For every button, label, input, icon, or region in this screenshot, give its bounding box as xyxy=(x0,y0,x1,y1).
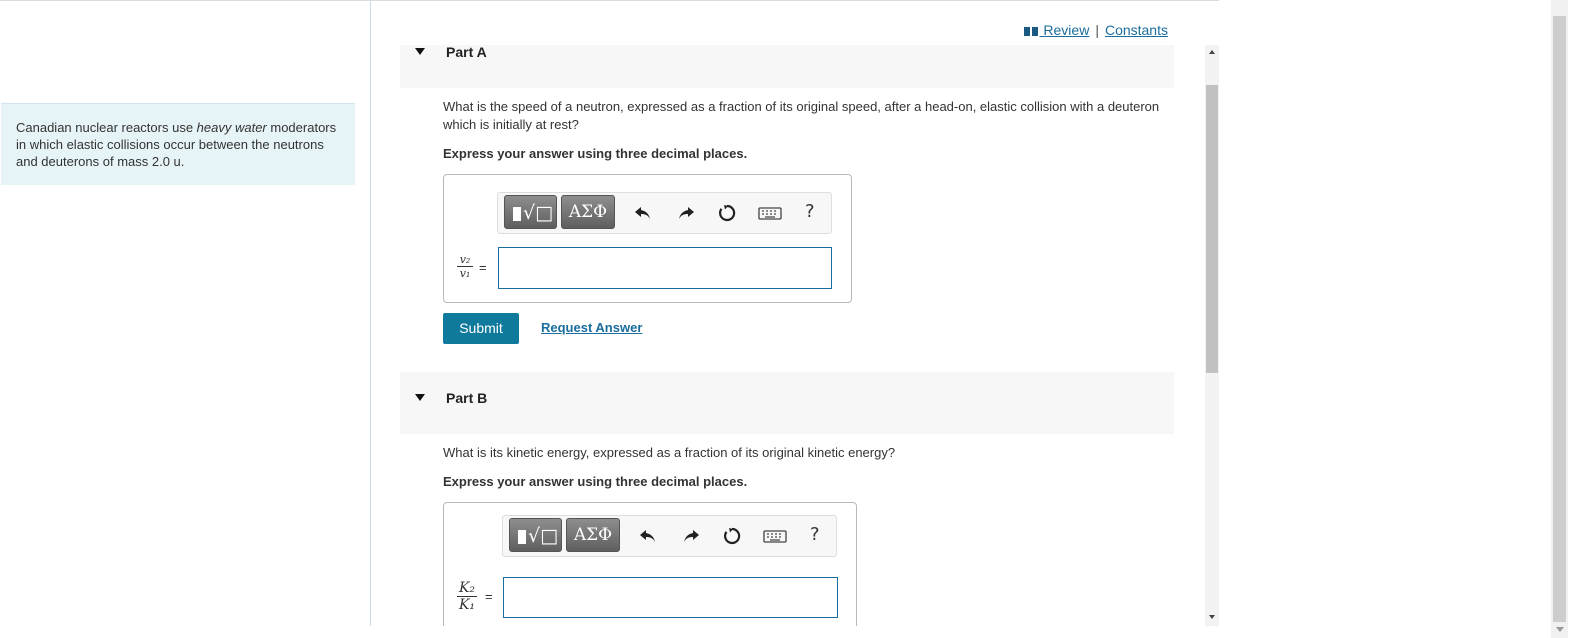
scroll-down-arrow-icon[interactable] xyxy=(1209,615,1215,619)
part-b-answer-input[interactable] xyxy=(503,577,838,618)
k2-over-k1-fraction: K₂ K₁ xyxy=(457,580,477,613)
v2-over-v1-fraction: v₂ v₁ xyxy=(457,253,473,280)
greek-symbols-label: ΑΣΦ xyxy=(568,202,608,222)
help-icon[interactable]: ? xyxy=(810,524,820,545)
redo-icon[interactable] xyxy=(676,203,696,223)
main-panel: Review | Constants Part A What is the spee… xyxy=(371,0,1219,626)
part-b-title: Part B xyxy=(446,390,488,406)
collapse-triangle-icon[interactable] xyxy=(415,48,425,55)
fraction-denominator: v₁ xyxy=(459,267,471,280)
equals-sign: = xyxy=(485,589,493,604)
review-link-label: Review xyxy=(1039,22,1090,38)
scroll-thumb[interactable] xyxy=(1206,85,1218,373)
undo-icon[interactable] xyxy=(638,526,658,546)
reset-icon[interactable] xyxy=(722,526,742,546)
greek-symbols-button[interactable]: ΑΣΦ xyxy=(561,195,615,229)
window-scroll-down-icon[interactable] xyxy=(1556,627,1564,632)
collapse-triangle-icon[interactable] xyxy=(415,394,425,401)
templates-button-label: √□ xyxy=(523,202,554,224)
help-icon[interactable]: ? xyxy=(805,201,815,222)
part-b-header[interactable]: Part B xyxy=(400,372,1174,434)
greek-symbols-label: ΑΣΦ xyxy=(573,525,613,545)
part-a-instruction: Express your answer using three decimal … xyxy=(443,146,748,161)
fraction-denominator: K₁ xyxy=(458,597,476,613)
top-links: Review | Constants xyxy=(1023,22,1168,38)
context-emphasis: heavy water xyxy=(196,120,267,135)
book-icon xyxy=(1023,27,1038,36)
part-b-answer-box: √□ ΑΣΦ ? K₂ K₁ = xyxy=(443,502,857,626)
keyboard-icon[interactable] xyxy=(758,203,782,223)
submit-button[interactable]: Submit xyxy=(443,313,519,344)
greek-symbols-button[interactable]: ΑΣΦ xyxy=(566,518,620,552)
equals-sign: = xyxy=(479,260,487,275)
constants-link[interactable]: Constants xyxy=(1105,22,1168,38)
math-toolbar: √□ ΑΣΦ ? xyxy=(502,515,837,557)
part-a-answer-box: √□ ΑΣΦ ? v₂ v₁ = xyxy=(443,174,852,303)
request-answer-link[interactable]: Request Answer xyxy=(541,320,642,335)
template-box-icon xyxy=(513,207,521,221)
templates-button[interactable]: √□ xyxy=(504,195,557,229)
fraction-numerator: v₂ xyxy=(459,253,471,266)
content-scrollbar[interactable] xyxy=(1205,45,1219,626)
redo-icon[interactable] xyxy=(681,526,701,546)
part-a-answer-input[interactable] xyxy=(498,247,832,289)
scroll-up-arrow-icon[interactable] xyxy=(1209,50,1215,54)
window-scroll-thumb[interactable] xyxy=(1553,16,1566,622)
problem-context: Canadian nuclear reactors use heavy wate… xyxy=(1,103,355,185)
fraction-numerator: K₂ xyxy=(458,580,476,596)
part-a-header[interactable]: Part A xyxy=(400,44,1174,88)
review-link[interactable]: Review xyxy=(1023,22,1090,38)
templates-button[interactable]: √□ xyxy=(509,518,562,552)
part-b-instruction: Express your answer using three decimal … xyxy=(443,474,748,489)
template-box-icon xyxy=(518,530,526,544)
undo-icon[interactable] xyxy=(633,203,653,223)
reset-icon[interactable] xyxy=(717,203,737,223)
math-toolbar: √□ ΑΣΦ ? xyxy=(497,192,832,234)
keyboard-icon[interactable] xyxy=(763,526,787,546)
part-a-question: What is the speed of a neutron, expresse… xyxy=(443,99,1160,132)
part-a-title: Part A xyxy=(446,44,487,60)
context-text: Canadian nuclear reactors use xyxy=(16,120,197,135)
links-separator: | xyxy=(1095,22,1099,38)
part-b-question: What is its kinetic energy, expressed as… xyxy=(443,445,896,460)
window-scrollbar[interactable] xyxy=(1551,0,1568,638)
templates-button-label: √□ xyxy=(528,525,559,547)
